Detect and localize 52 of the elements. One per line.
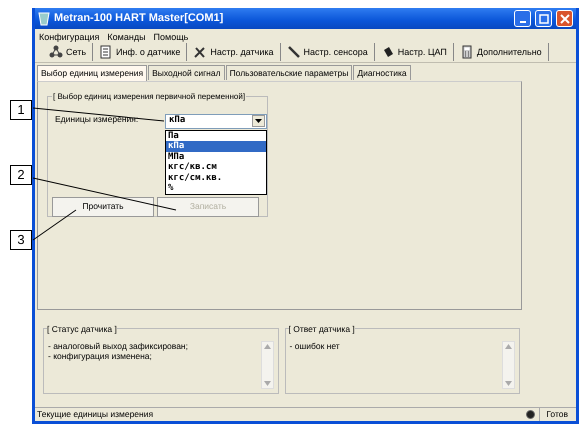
dropdown-option[interactable]: кгс/кв.см — [166, 162, 266, 173]
network-icon — [49, 45, 63, 60]
minimize-button[interactable] — [514, 10, 531, 28]
menu-item[interactable]: Конфигурация — [39, 31, 100, 42]
close-icon — [560, 14, 570, 24]
status-message: - конфигурация изменена; — [48, 351, 153, 362]
app-icon — [38, 12, 50, 26]
panel-title: [ Статус датчика ] — [47, 323, 117, 336]
status-message: - аналоговый выход зафиксирован; — [48, 341, 189, 352]
toolbar-button[interactable]: Сеть — [43, 43, 94, 62]
status-message: - ошибок нет — [290, 341, 341, 352]
scrollbar[interactable] — [502, 341, 515, 390]
scroll-up-icon[interactable] — [505, 344, 512, 350]
minimize-icon — [520, 20, 526, 23]
toolbar-button[interactable]: Настр. ЦАП — [374, 43, 454, 62]
callout-label: 2 — [10, 165, 32, 185]
dropdown-value: кПа — [169, 114, 186, 128]
maximize-icon — [538, 14, 548, 24]
close-button[interactable] — [556, 10, 573, 28]
calculator-icon — [460, 45, 474, 60]
dropdown-option[interactable]: Па — [166, 130, 266, 142]
tab[interactable]: Выходной сигнал — [148, 64, 225, 80]
callout-label: 1 — [10, 100, 32, 120]
callout-label: 3 — [10, 230, 32, 250]
units-dropdown[interactable]: кПа — [165, 114, 267, 129]
maximize-button[interactable] — [535, 10, 552, 28]
scroll-down-icon[interactable] — [505, 381, 512, 386]
scrollbar[interactable] — [260, 341, 274, 390]
read-button[interactable]: Прочитать — [52, 196, 154, 217]
toolbar-button[interactable]: Настр. сенсора — [280, 43, 375, 62]
dropdown-option[interactable]: % — [166, 183, 266, 194]
menu-item[interactable]: Команды — [107, 31, 146, 42]
window-title: Metran-100 HART Master[COM1] — [54, 11, 224, 26]
document-icon — [99, 45, 114, 60]
panel-title: [ Ответ датчика ] — [288, 323, 355, 336]
menu-item[interactable]: Помощь — [154, 31, 188, 42]
dropdown-option[interactable]: МПа — [166, 152, 266, 162]
scroll-up-icon[interactable] — [264, 344, 270, 350]
toolbar-button[interactable]: Дополнительно — [454, 43, 549, 62]
tab[interactable]: Диагностика — [353, 64, 411, 80]
status-lamp-icon — [526, 410, 536, 420]
dropdown-option[interactable]: кПа — [166, 141, 266, 152]
scroll-down-icon[interactable] — [264, 381, 270, 386]
tab[interactable]: Пользовательские параметры — [226, 64, 352, 80]
tab[interactable]: Выбор единиц измерения — [37, 64, 148, 81]
status-text: Текущие единицы измерения — [37, 408, 154, 422]
dropdown-option[interactable]: кгс/см.кв. — [166, 172, 266, 184]
group-title: [ Выбор единиц измерения первичной переменной] — [52, 90, 246, 103]
field-label: Единицы измерения: — [55, 112, 138, 126]
toolbar-button[interactable]: Настр. датчика — [187, 43, 280, 62]
toolbar-button[interactable]: Инф. о датчике — [93, 43, 188, 62]
status-state: Готов — [539, 408, 576, 422]
